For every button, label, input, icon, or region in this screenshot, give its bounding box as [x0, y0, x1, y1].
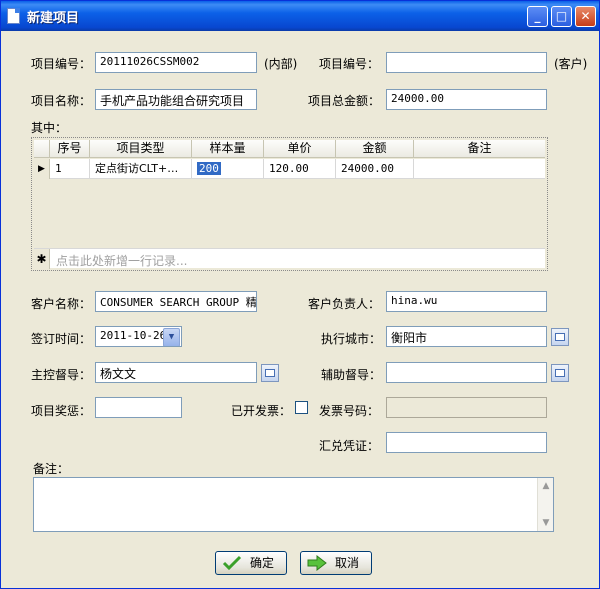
cell-amount[interactable]: 24000.00: [336, 159, 414, 179]
client-suffix: (客户): [554, 57, 588, 71]
client-name-label: 客户名称：: [31, 297, 92, 311]
col-header-note[interactable]: 备注: [414, 140, 545, 158]
grid-header-corner: [34, 140, 50, 158]
main-supervisor-picker-icon[interactable]: [261, 364, 279, 382]
cell-sample[interactable]: 200: [192, 159, 264, 179]
new-project-window: 新建项目 _ □ ✕ 项目编号： 20111026CSSM002 (内部) 项目…: [0, 0, 600, 589]
exec-city-label: 执行城市：: [321, 332, 382, 346]
new-row[interactable]: ✱ 点击此处新增一行记录...: [34, 248, 545, 269]
internal-suffix: (内部): [264, 57, 298, 71]
city-picker-icon[interactable]: [551, 328, 569, 346]
remarks-textarea[interactable]: ▲ ▼: [33, 477, 554, 532]
project-name-label: 项目名称：: [31, 94, 92, 108]
close-icon: ✕: [580, 9, 591, 23]
grid-header: 序号 项目类型 样本量 单价 金额 备注: [34, 140, 545, 158]
main-supervisor-input[interactable]: 杨文文: [95, 362, 257, 383]
assist-supervisor-label: 辅助督导：: [321, 368, 382, 382]
invoiced-label: 已开发票：: [231, 404, 292, 418]
new-row-asterisk-icon: ✱: [34, 249, 50, 269]
cancel-button-label: 取消: [335, 556, 360, 570]
client-contact-input[interactable]: hina.wu: [386, 291, 547, 312]
invoice-no-input: [386, 397, 547, 418]
table-row[interactable]: ▶ 1 定点街访CLT+… 200 120.00 24000.00: [34, 159, 545, 179]
maximize-icon: □: [555, 9, 568, 23]
scroll-down-icon[interactable]: ▼: [538, 515, 554, 531]
cell-note[interactable]: [414, 159, 545, 179]
chevron-down-icon[interactable]: ▼: [163, 328, 180, 346]
document-icon: [7, 8, 20, 24]
current-row-arrow-icon: ▶: [34, 159, 50, 179]
exec-city-input[interactable]: 衡阳市: [386, 326, 547, 347]
exchange-voucher-label: 汇兑凭证：: [319, 439, 380, 453]
breakdown-label: 其中：: [31, 121, 68, 135]
remarks-label: 备注：: [33, 462, 70, 476]
col-header-sample[interactable]: 样本量: [192, 140, 264, 158]
scroll-up-icon[interactable]: ▲: [538, 478, 554, 494]
minimize-button[interactable]: _: [527, 6, 548, 27]
main-supervisor-label: 主控督导：: [31, 368, 92, 382]
project-bonus-input[interactable]: [95, 397, 182, 418]
cell-seq[interactable]: 1: [50, 159, 90, 179]
close-button[interactable]: ✕: [575, 6, 596, 27]
invoiced-checkbox[interactable]: [295, 401, 308, 414]
sign-date-picker[interactable]: 2011-10-26 ▼: [95, 326, 182, 347]
project-bonus-label: 项目奖惩：: [31, 404, 92, 418]
project-items-grid[interactable]: 序号 项目类型 样本量 单价 金额 备注 ▶ 1 定点街访CLT+… 200 1…: [31, 137, 548, 271]
window-title: 新建项目: [27, 11, 80, 26]
title-bar[interactable]: 新建项目 _ □ ✕: [1, 1, 599, 31]
assist-supervisor-input[interactable]: [386, 362, 547, 383]
invoice-no-label: 发票号码：: [319, 404, 380, 418]
col-header-price[interactable]: 单价: [264, 140, 336, 158]
project-no-internal-label: 项目编号：: [31, 57, 92, 71]
project-name-input[interactable]: 手机产品功能组合研究项目: [95, 89, 257, 110]
new-row-placeholder: 点击此处新增一行记录...: [56, 254, 188, 268]
cancel-button[interactable]: 取消: [300, 551, 372, 575]
cell-type[interactable]: 定点街访CLT+…: [90, 159, 192, 179]
ok-button-label: 确定: [250, 556, 275, 570]
assist-supervisor-picker-icon[interactable]: [551, 364, 569, 382]
exchange-voucher-input[interactable]: [386, 432, 547, 453]
project-total-input[interactable]: 24000.00: [386, 89, 547, 110]
project-no-internal-input[interactable]: 20111026CSSM002: [95, 52, 257, 73]
client-contact-label: 客户负责人：: [308, 297, 381, 311]
client-name-input[interactable]: CONSUMER SEARCH GROUP 精研: [95, 291, 257, 312]
ok-button[interactable]: 确定: [215, 551, 287, 575]
cell-price[interactable]: 120.00: [264, 159, 336, 179]
col-header-type[interactable]: 项目类型: [90, 140, 192, 158]
col-header-amount[interactable]: 金额: [336, 140, 414, 158]
sign-date-value: 2011-10-26: [100, 329, 167, 342]
sign-date-label: 签订时间：: [31, 332, 92, 346]
project-no-client-input[interactable]: [386, 52, 547, 73]
arrow-right-icon: [307, 555, 327, 571]
col-header-seq[interactable]: 序号: [50, 140, 90, 158]
project-total-label: 项目总金额：: [308, 94, 381, 108]
maximize-button[interactable]: □: [551, 6, 572, 27]
minimize-icon: _: [534, 9, 541, 23]
project-no-client-label: 项目编号：: [319, 57, 380, 71]
checkmark-icon: [222, 555, 242, 571]
cell-sample-value[interactable]: 200: [197, 162, 221, 175]
remarks-scrollbar[interactable]: ▲ ▼: [537, 478, 553, 531]
